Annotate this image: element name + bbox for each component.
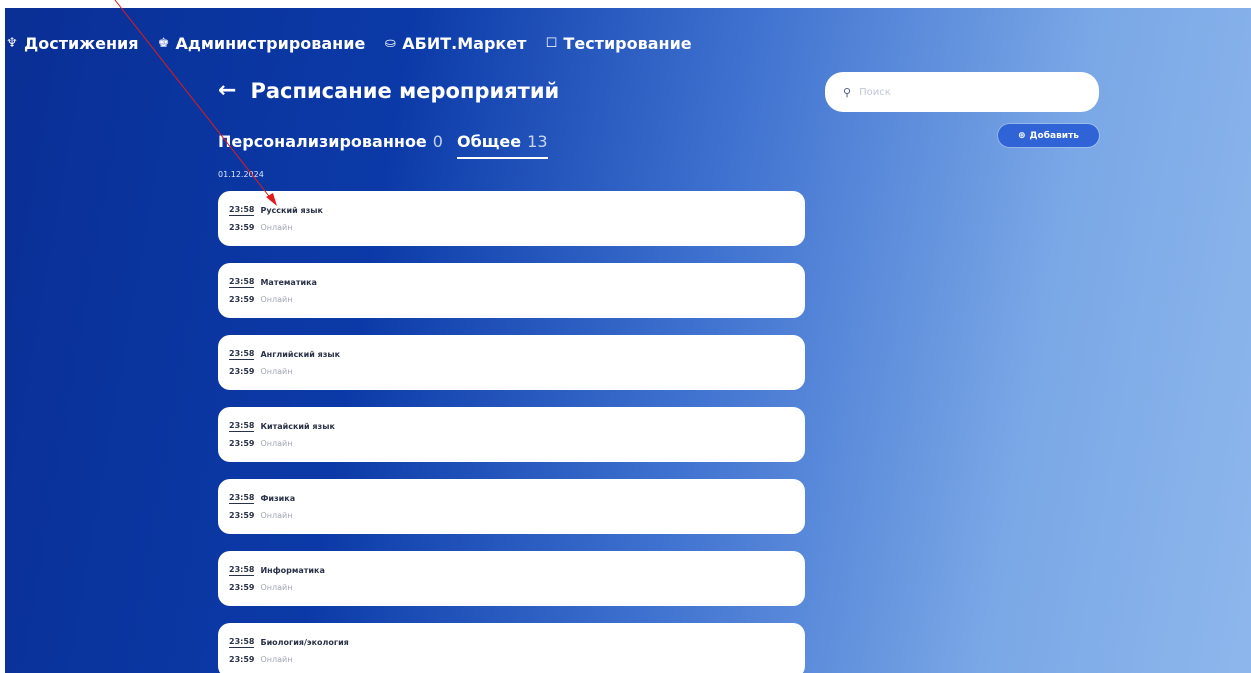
tab-general[interactable]: Общее 13 [456, 132, 548, 159]
event-name: Биология/экология [260, 638, 349, 647]
top-navigation: ♆ Достижения ♚ Администрирование ⛀ АБИТ.… [5, 34, 692, 53]
test-icon: ☐ [545, 36, 558, 51]
event-card[interactable]: 23:58 Английский язык 23:59 Онлайн [218, 335, 805, 390]
event-end-time: 23:59 [229, 367, 255, 376]
event-name: Китайский язык [260, 422, 335, 431]
event-card[interactable]: 23:58 Русский язык 23:59 Онлайн [218, 191, 805, 246]
tab-count: 0 [432, 132, 443, 151]
search-box[interactable]: ⚲ [825, 72, 1099, 112]
event-card[interactable]: 23:58 Биология/экология 23:59 Онлайн [218, 623, 805, 673]
search-icon: ⚲ [843, 85, 852, 99]
event-start-time: 23:58 [229, 493, 255, 504]
admin-icon: ♚ [157, 36, 170, 51]
nav-item-testing[interactable]: ☐ Тестирование [544, 34, 692, 53]
event-card[interactable]: 23:58 Физика 23:59 Онлайн [218, 479, 805, 534]
event-card[interactable]: 23:58 Китайский язык 23:59 Онлайн [218, 407, 805, 462]
plus-circle-icon: ⊕ [1017, 130, 1026, 141]
event-start-time: 23:58 [229, 205, 255, 216]
nav-item-market[interactable]: ⛀ АБИТ.Маркет [383, 34, 527, 53]
page-title: Расписание мероприятий [250, 78, 560, 103]
event-type: Онлайн [260, 223, 293, 232]
event-type: Онлайн [260, 295, 293, 304]
add-button-label: Добавить [1029, 130, 1079, 141]
tab-label: Персонализированное [218, 132, 427, 151]
event-start-time: 23:58 [229, 421, 255, 432]
event-start-time: 23:58 [229, 565, 255, 576]
nav-item-administration[interactable]: ♚ Администрирование [157, 34, 366, 53]
date-header: 01.12.2024 [218, 170, 264, 179]
search-input[interactable] [857, 85, 1082, 99]
event-name: Физика [260, 494, 296, 503]
back-arrow-icon[interactable]: ← [218, 78, 236, 103]
event-type: Онлайн [260, 583, 293, 592]
trophy-icon: ♆ [6, 36, 18, 51]
page-header: ← Расписание мероприятий [218, 78, 559, 103]
event-end-time: 23:59 [229, 223, 255, 232]
nav-item-label: АБИТ.Маркет [402, 34, 527, 53]
nav-item-label: Администрирование [175, 34, 366, 53]
tab-label: Общее [456, 132, 522, 151]
event-end-time: 23:59 [229, 583, 255, 592]
event-type: Онлайн [260, 439, 293, 448]
event-start-time: 23:58 [229, 277, 255, 288]
nav-item-label: Тестирование [563, 34, 692, 53]
event-list: 23:58 Русский язык 23:59 Онлайн 23:58 Матем… [218, 191, 805, 673]
event-name: Английский язык [260, 350, 341, 359]
event-end-time: 23:59 [229, 439, 255, 448]
event-type: Онлайн [260, 511, 293, 520]
event-name: Информатика [260, 566, 325, 575]
event-card[interactable]: 23:58 Математика 23:59 Онлайн [218, 263, 805, 318]
event-start-time: 23:58 [229, 637, 255, 648]
event-type: Онлайн [260, 655, 293, 664]
nav-item-achievements[interactable]: ♆ Достижения [5, 34, 139, 53]
event-end-time: 23:59 [229, 295, 255, 304]
tab-count: 13 [527, 132, 548, 151]
event-type: Онлайн [260, 367, 293, 376]
app-window: ♆ Достижения ♚ Администрирование ⛀ АБИТ.… [5, 8, 1251, 673]
nav-item-label: Достижения [24, 34, 139, 53]
tabs: Персонализированное 0 Общее 13 [218, 132, 548, 159]
event-name: Математика [260, 278, 317, 287]
event-end-time: 23:59 [229, 655, 255, 664]
event-end-time: 23:59 [229, 511, 255, 520]
event-start-time: 23:58 [229, 349, 255, 360]
tab-personalized[interactable]: Персонализированное 0 [218, 132, 443, 157]
event-name: Русский язык [260, 206, 323, 215]
shop-icon: ⛀ [384, 36, 396, 51]
event-card[interactable]: 23:58 Информатика 23:59 Онлайн [218, 551, 805, 606]
add-button[interactable]: ⊕ Добавить [998, 124, 1099, 147]
